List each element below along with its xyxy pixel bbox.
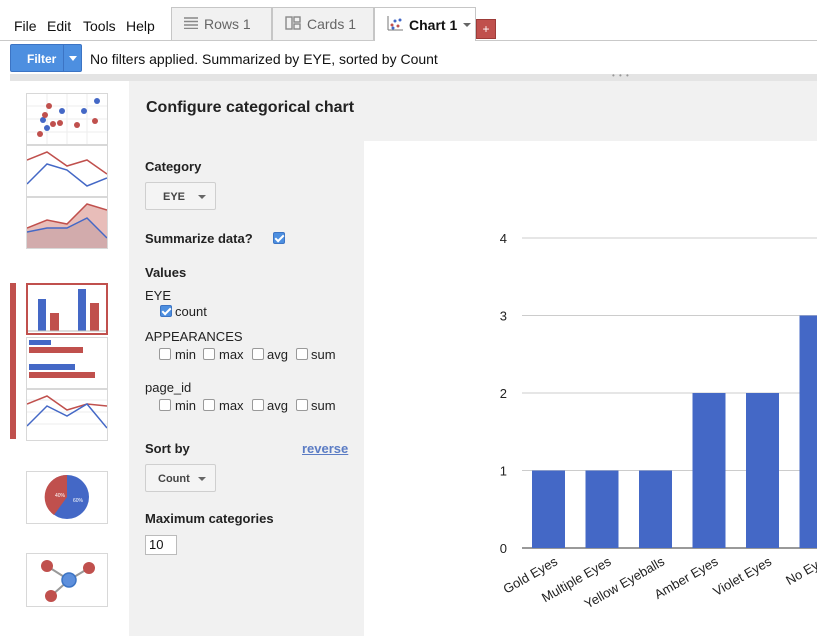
filter-button[interactable]: Filter [10,44,82,72]
pie-thumbnail-icon: 40% 60% [44,474,89,519]
eye-count-label: count [175,304,207,319]
appearances-min-checkbox[interactable] [159,348,171,360]
appearances-sum-label: sum [311,347,336,362]
y-tick-label: 3 [500,309,507,324]
page-id-sum-checkbox[interactable] [296,399,308,411]
tab-cards-label: Cards 1 [307,16,357,32]
pie-chart-thumbnail[interactable]: 40% 60% [26,471,108,524]
sort-by-select[interactable]: Count [145,464,216,492]
appearances-min-label: min [175,347,196,362]
cards-icon [285,15,301,33]
tab-cards[interactable]: Cards 1 [272,7,374,40]
add-tab-button[interactable]: + [476,19,496,39]
tab-rows-label: Rows 1 [204,16,251,32]
field-page-id-label: page_id [145,380,192,395]
bar-chart: 01234Gold EyesMultiple EyesYellow Eyebal… [500,231,817,612]
filter-button-label: Filter [27,52,57,66]
config-header: Configure categorical chart [129,81,817,141]
line-chart-thumbnail[interactable] [26,145,108,197]
line-thumbnail-icon [27,151,107,187]
resize-divider[interactable]: • • • [10,71,817,81]
bar-thumbnail-icon [28,289,106,332]
stacked-line-chart-thumbnail[interactable] [26,389,108,441]
area-chart-thumbnail[interactable] [26,197,108,249]
stacked-line-thumbnail-icon [27,395,107,429]
menu-file[interactable]: File [14,18,37,34]
horizontal-bar-thumbnail-icon [29,340,95,378]
tab-chart[interactable]: Chart 1 [374,7,476,41]
filter-button-separator [63,45,64,71]
y-tick-label: 0 [500,541,507,556]
area-thumbnail-icon [27,203,107,248]
filter-status: No filters applied. Summarized by EYE, s… [90,51,438,67]
bar [639,470,672,548]
bar [585,470,619,548]
drag-handle-icon[interactable]: • • • [612,71,630,80]
top-bar: File Edit Tools Help Rows 1 Cards 1 Char… [0,0,817,41]
y-tick-label: 4 [500,231,507,246]
category-select-value: EYE [163,191,186,203]
appearances-avg-label: avg [267,347,288,362]
x-tick-label: Violet Eyes [710,553,774,599]
selected-indicator [10,283,16,439]
x-tick-label: No Eye [783,554,817,588]
page-id-min-checkbox[interactable] [159,399,171,411]
category-select[interactable]: EYE [145,182,216,210]
network-chart-thumbnail[interactable] [26,553,108,607]
chart-type-list: 40% 60% [10,81,128,643]
chart-area: 0 1 2 3 4 Gold Eyes Multiple Eyes Yellow Eyebal… [364,141,817,636]
network-thumbnail-icon [41,560,95,602]
bar-chart-thumbnail[interactable] [26,283,108,335]
chevron-down-icon [198,477,206,481]
tab-rows[interactable]: Rows 1 [171,7,272,40]
eye-count-checkbox[interactable] [160,305,172,317]
chevron-down-icon [198,195,206,199]
reverse-link[interactable]: reverse [302,441,348,456]
bar [532,470,565,548]
page-id-max-checkbox[interactable] [203,399,215,411]
max-categories-label: Maximum categories [145,511,274,526]
bottom-frame [0,636,817,643]
svg-text:60%: 60% [73,498,84,504]
page-id-sum-label: sum [311,398,336,413]
summarize-label: Summarize data? [145,231,253,246]
summarize-checkbox[interactable] [273,232,285,244]
bar [692,393,726,548]
field-eye-label: EYE [145,288,172,303]
category-label: Category [145,159,202,174]
chevron-down-icon[interactable] [463,22,472,27]
y-tick-label: 2 [500,386,507,401]
values-label: Values [145,265,187,280]
rows-icon [184,16,198,32]
sort-by-select-value: Count [158,473,190,485]
tab-chart-label: Chart 1 [409,16,458,33]
filter-bar: Filter No filters applied. Summarized by… [0,41,817,74]
field-appearances-label: APPEARANCES [145,329,243,344]
y-tick-label: 1 [500,464,507,479]
menu-edit[interactable]: Edit [47,18,71,34]
scatter-chart-thumbnail[interactable] [26,93,108,145]
appearances-sum-checkbox[interactable] [296,348,308,360]
horizontal-bar-chart-thumbnail[interactable] [26,337,108,389]
appearances-max-label: max [219,347,244,362]
appearances-avg-checkbox[interactable] [252,348,264,360]
page-id-max-label: max [219,398,244,413]
svg-text:40%: 40% [55,493,66,499]
scatter-thumbnail-icon [27,94,107,144]
scatter-chart-icon [387,15,403,34]
menu-help[interactable]: Help [126,18,155,34]
bar [799,315,817,548]
max-categories-input[interactable]: 10 [145,535,177,555]
page-title: Configure categorical chart [146,99,355,116]
page-id-avg-label: avg [267,398,288,413]
page-id-min-label: min [175,398,196,413]
bar [746,393,779,548]
add-tab-label: + [482,22,490,36]
menu-tools[interactable]: Tools [83,18,116,34]
sort-by-label: Sort by [145,441,190,456]
appearances-max-checkbox[interactable] [203,348,215,360]
filter-dropdown-icon[interactable] [69,56,77,61]
page-id-avg-checkbox[interactable] [252,399,264,411]
